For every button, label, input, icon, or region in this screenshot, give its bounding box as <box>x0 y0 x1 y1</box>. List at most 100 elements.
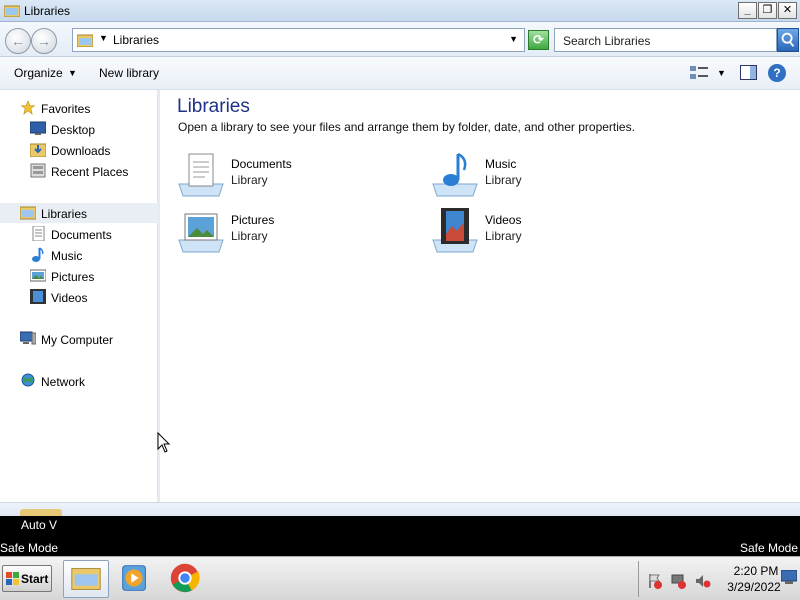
taskbar-chrome-button[interactable] <box>163 560 209 598</box>
auto-v-label: Auto V <box>21 518 58 532</box>
minimize-button[interactable]: _ <box>738 2 757 19</box>
start-button[interactable]: Start <box>2 565 52 592</box>
recent-places-icon <box>30 163 46 178</box>
refresh-button[interactable]: ⟳ <box>528 30 549 50</box>
nav-label: My Computer <box>41 333 114 347</box>
taskbar-media-player-button[interactable] <box>113 560 159 598</box>
address-toolbar: ← → ▼ Libraries ▼ ⟳ Search Libraries <box>0 22 800 57</box>
windows-logo-icon <box>6 572 19 585</box>
videos-icon <box>30 289 46 304</box>
libraries-folder-icon <box>4 5 20 17</box>
nav-network[interactable]: Network <box>0 371 158 391</box>
organize-dropdown-icon[interactable]: ▼ <box>68 68 77 78</box>
breadcrumb[interactable]: Libraries <box>113 33 159 47</box>
safe-mode-label-right: Safe Mode <box>739 541 798 555</box>
search-input[interactable]: Search Libraries <box>554 28 777 52</box>
nav-favorites[interactable]: Favorites <box>0 98 158 118</box>
library-folder-icon <box>20 509 62 516</box>
nav-label: Libraries <box>41 207 88 221</box>
new-library-button[interactable]: New library <box>99 66 159 80</box>
documents-icon <box>32 226 45 241</box>
window-title: Libraries <box>24 4 71 18</box>
nav-downloads[interactable]: Downloads <box>0 140 158 160</box>
network-icon <box>21 373 35 387</box>
desktop-icon <box>30 121 46 135</box>
library-type: Library <box>485 173 522 187</box>
nav-label: Music <box>51 249 83 263</box>
nav-label: Videos <box>51 291 88 305</box>
forward-button[interactable]: → <box>31 28 57 54</box>
explorer-folder-icon <box>71 568 101 590</box>
page-title: Libraries <box>177 96 250 117</box>
nav-label: Recent Places <box>51 165 129 179</box>
details-pane <box>0 502 800 516</box>
mouse-cursor-icon <box>157 432 171 453</box>
address-bar[interactable]: ▼ Libraries ▼ <box>72 28 525 52</box>
nav-label: Documents <box>51 228 112 242</box>
taskbar-explorer-button[interactable] <box>63 560 109 598</box>
computer-icon <box>20 331 36 345</box>
library-videos[interactable]: Videos Library <box>431 206 631 256</box>
library-name: Music <box>485 157 517 171</box>
nav-label: Pictures <box>51 270 95 284</box>
show-desktop-icon[interactable] <box>781 570 797 584</box>
content-pane: Libraries Open a library to see your fil… <box>160 90 800 502</box>
library-name: Documents <box>231 157 292 171</box>
nav-recent-places[interactable]: Recent Places <box>0 161 158 181</box>
system-tray: 2:20 PM 3/29/2022 <box>638 561 798 597</box>
library-type: Library <box>485 229 522 243</box>
music-icon <box>32 247 44 262</box>
clock-time[interactable]: 2:20 PM <box>723 564 789 578</box>
nav-label: Downloads <box>51 144 111 158</box>
media-player-icon <box>122 565 146 591</box>
libraries-icon <box>20 206 36 220</box>
search-button[interactable] <box>777 28 799 52</box>
network-disconnected-icon[interactable] <box>671 573 687 589</box>
taskbar: Start 2:20 PM 3/29/2022 <box>0 556 800 600</box>
command-bar: Organize ▼ New library ▼ ? <box>0 57 800 90</box>
star-icon <box>20 100 36 115</box>
start-label: Start <box>21 572 49 586</box>
navigation-pane: Favorites Desktop Downloads Recent Place… <box>0 90 158 502</box>
nav-label: Desktop <box>51 123 96 137</box>
help-button[interactable]: ? <box>768 64 786 82</box>
page-description: Open a library to see your files and arr… <box>178 120 635 134</box>
nav-label: Network <box>41 375 86 389</box>
title-bar: Libraries _ ❐ ✕ <box>0 0 800 22</box>
library-documents[interactable]: Documents Library <box>177 150 377 200</box>
documents-library-icon <box>178 153 224 197</box>
volume-muted-icon[interactable] <box>695 573 711 589</box>
nav-pictures[interactable]: Pictures <box>0 266 158 286</box>
library-pictures[interactable]: Pictures Library <box>177 206 377 256</box>
nav-desktop[interactable]: Desktop <box>0 119 158 139</box>
nav-music[interactable]: Music <box>0 245 158 265</box>
maximize-button[interactable]: ❐ <box>758 2 777 19</box>
library-music[interactable]: Music Library <box>431 150 631 200</box>
preview-pane-button[interactable] <box>740 65 757 80</box>
videos-library-icon <box>432 208 478 253</box>
library-name: Pictures <box>231 213 275 227</box>
music-library-icon <box>432 152 478 197</box>
close-button[interactable]: ✕ <box>778 2 797 19</box>
action-center-flag-icon[interactable] <box>647 573 663 589</box>
safe-mode-overlay: Auto V Safe Mode Safe Mode <box>0 516 800 556</box>
back-button[interactable]: ← <box>5 28 31 54</box>
change-view-icon[interactable] <box>690 66 708 80</box>
library-type: Library <box>231 173 268 187</box>
nav-documents[interactable]: Documents <box>0 224 158 244</box>
organize-button[interactable]: Organize <box>14 66 63 80</box>
nav-libraries[interactable]: Libraries <box>0 203 158 223</box>
clock-date[interactable]: 3/29/2022 <box>719 580 789 594</box>
library-type: Library <box>231 229 268 243</box>
library-name: Videos <box>485 213 522 227</box>
chrome-icon <box>170 563 200 593</box>
address-dropdown-icon[interactable]: ▼ <box>509 34 518 44</box>
search-icon <box>781 32 795 47</box>
pictures-icon <box>30 269 46 282</box>
libraries-folder-icon <box>77 34 93 47</box>
nav-my-computer[interactable]: My Computer <box>0 329 158 349</box>
view-options-dropdown-icon[interactable]: ▼ <box>717 68 726 78</box>
downloads-icon <box>30 143 46 157</box>
nav-videos[interactable]: Videos <box>0 287 158 307</box>
breadcrumb-chevron-icon[interactable]: ▼ <box>99 33 108 43</box>
